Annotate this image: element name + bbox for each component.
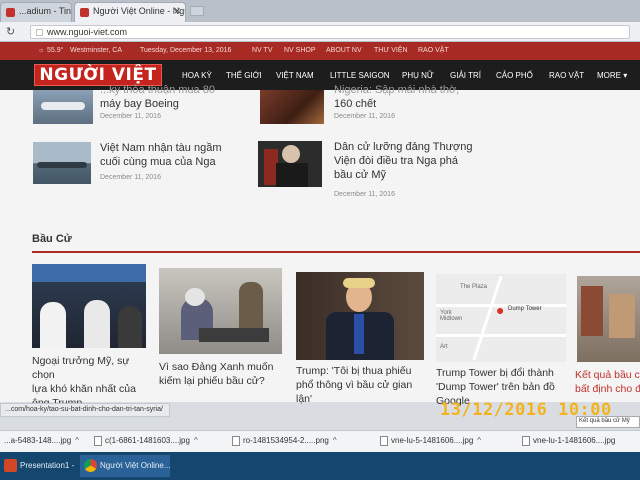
story-thumbnail[interactable]: [258, 141, 322, 187]
story-headline[interactable]: Nigeria: Sập mái nhà thờ, 160 chết: [334, 83, 484, 111]
nav-item-littlesaigon[interactable]: LITTLE SAIGON: [330, 71, 390, 80]
chevron-up-icon: ^: [332, 436, 337, 446]
address-bar: ↻ ▢ www.nguoi-viet.com: [0, 22, 640, 42]
browser-tab-2[interactable]: Người Việt Online - Ngu... ✕: [74, 2, 186, 22]
favicon-icon: [6, 8, 15, 17]
download-item[interactable]: vne-lu-5-1481606....jpg ^: [380, 436, 481, 446]
map-pin-label: Dump Tower: [508, 306, 542, 312]
nav-item-hoaky[interactable]: HOA KỲ: [182, 71, 212, 80]
chrome-icon: [84, 459, 97, 472]
card-title[interactable]: Vì sao Đảng Xanh muốn kiếm lại phiếu bầu…: [159, 360, 289, 388]
download-item[interactable]: vne-lu-1-1481606....jpg: [522, 436, 615, 446]
weather-icon: ☼: [38, 47, 45, 54]
story-headline[interactable]: Việt Nam nhận tàu ngầm cuối cùng mua của…: [100, 141, 250, 169]
story-thumbnail[interactable]: [33, 142, 91, 184]
card-thumbnail[interactable]: [32, 264, 146, 348]
nav-item-more[interactable]: MORE ▾: [597, 71, 627, 80]
story-date: December 11, 2016: [100, 113, 161, 120]
top-link-raovat[interactable]: RAO VẶT: [418, 47, 449, 54]
main-nav: NGƯỜI VIỆT HOA KỲ THẾ GIỚI VIỆT NAM LITT…: [0, 60, 640, 90]
current-date: Tuesday, December 13, 2016: [140, 47, 232, 54]
os-taskbar: Presentation1 - P... Người Việt Online..…: [0, 452, 640, 480]
nav-item-thegioi[interactable]: THẾ GIỚI: [226, 71, 262, 80]
file-icon: [522, 436, 530, 446]
card-title[interactable]: Trump: 'Tôi bị thua phiếu phổ thông vì b…: [296, 364, 430, 406]
page-content: ...ký thỏa thuận mua 80 máy bay Boeing D…: [0, 84, 640, 409]
map-label: York Midtown: [440, 310, 463, 322]
map-label: Art: [440, 344, 448, 350]
chevron-up-icon: ^: [75, 436, 79, 445]
section-divider: [32, 251, 640, 253]
card-thumbnail[interactable]: [159, 268, 282, 354]
top-link-nvshop[interactable]: NV SHOP: [284, 47, 316, 54]
status-url: ...com/hoa-ky/tao-su-bat-dinh-cho-dan-tr…: [0, 403, 170, 417]
nav-item-giaitri[interactable]: GIẢI TRÍ: [450, 71, 481, 80]
card-thumbnail[interactable]: [577, 276, 640, 362]
story-headline[interactable]: ...ký thỏa thuận mua 80 máy bay Boeing: [100, 83, 250, 111]
browser-tab-strip: ...adium - Tin Ti... Người Việt Online -…: [0, 0, 640, 22]
location: Westminster, CA: [70, 47, 122, 54]
file-icon: [94, 436, 102, 446]
file-icon: [232, 436, 240, 446]
story-thumbnail[interactable]: [33, 90, 93, 124]
card-thumbnail[interactable]: [296, 272, 424, 360]
browser-tab-label: Người Việt Online - Ngu...: [93, 6, 185, 16]
download-bar: ...a-5483-148....jpg ^ c(1-6861-1481603..…: [0, 430, 640, 452]
site-top-bar: ☼ 55.9° Westminster, CA Tuesday, Decembe…: [0, 42, 640, 60]
download-item[interactable]: c(1-6861-1481603....jpg ^: [94, 436, 198, 446]
nav-item-phunu[interactable]: PHỤ NỮ: [402, 71, 434, 80]
browser-tab-1[interactable]: ...adium - Tin Ti...: [0, 2, 72, 22]
favicon-icon: [80, 8, 89, 17]
browser-tab-label: ...adium - Tin Ti...: [19, 6, 72, 16]
top-link-nvtv[interactable]: NV TV: [252, 47, 273, 54]
chevron-up-icon: ^: [477, 436, 482, 446]
nav-item-caopho[interactable]: CẢO PHỐ: [496, 71, 533, 80]
map-thumbnail[interactable]: The Plaza York Midtown Art ● Dump Tower: [436, 274, 566, 362]
story-date: December 11, 2016: [334, 113, 395, 120]
close-icon[interactable]: ✕: [173, 6, 181, 17]
nav-item-vietnam[interactable]: VIỆT NAM: [276, 71, 314, 80]
new-tab-button[interactable]: [190, 6, 204, 16]
top-link-thuvien[interactable]: THƯ VIỆN: [374, 47, 408, 54]
map-label: The Plaza: [460, 284, 488, 290]
top-link-about[interactable]: ABOUT NV: [326, 47, 362, 54]
url-text: www.nguoi-viet.com: [47, 27, 128, 37]
map-pin-icon: ●: [496, 302, 505, 318]
page-icon: ▢: [35, 27, 44, 37]
card-title[interactable]: Kết quả bầu cử bất định cho đ...: [575, 368, 640, 396]
nav-item-raovat[interactable]: RAO VẶT: [549, 71, 584, 80]
chevron-up-icon: ^: [193, 436, 198, 446]
download-item[interactable]: ro-1481534954-2.....png ^: [232, 436, 337, 446]
download-item[interactable]: ...a-5483-148....jpg ^: [4, 436, 79, 445]
url-field[interactable]: ▢ www.nguoi-viet.com: [30, 25, 630, 39]
section-title[interactable]: Bầu Cử: [32, 233, 72, 245]
powerpoint-icon: [4, 459, 17, 472]
taskbar-item-presentation[interactable]: Presentation1 - P...: [0, 455, 76, 477]
story-date: December 11, 2016: [100, 174, 161, 181]
refresh-icon[interactable]: ↻: [6, 25, 15, 38]
tooltip: Kết quả bầu cử Mỹ: [576, 416, 640, 428]
taskbar-item-browser[interactable]: Người Việt Online...: [80, 455, 170, 477]
story-date: December 11, 2016: [334, 191, 395, 198]
weather-temp: 55.9°: [47, 47, 64, 54]
story-thumbnail[interactable]: [260, 90, 324, 124]
card-title[interactable]: Ngoại trưởng Mỹ, sự chọn lựa khó khăn nh…: [32, 354, 152, 410]
story-headline[interactable]: Dân cử lưỡng đảng Thượng Viện đòi điều t…: [334, 140, 494, 182]
file-icon: [380, 436, 388, 446]
